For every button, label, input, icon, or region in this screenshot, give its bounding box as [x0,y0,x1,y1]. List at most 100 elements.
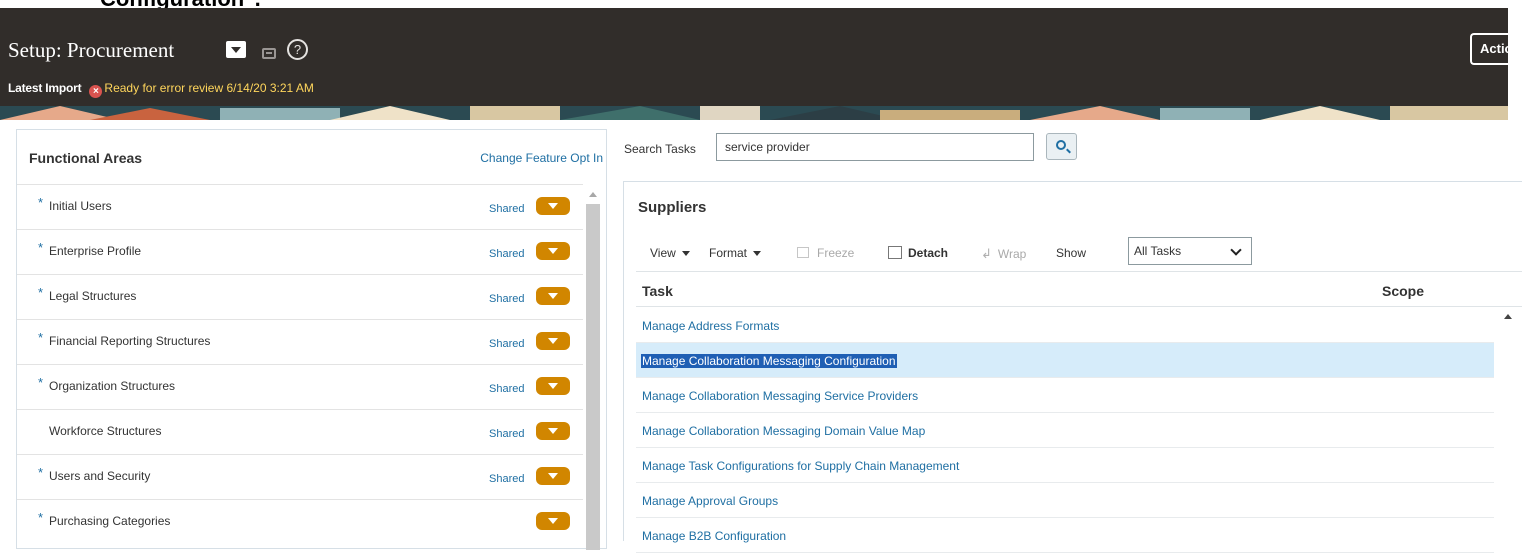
chevron-down-icon[interactable] [536,512,570,530]
required-star: * [38,285,44,300]
table-row[interactable]: Manage Approval Groups [636,483,1494,518]
chevron-down-icon[interactable] [536,422,570,440]
chevron-down-icon[interactable] [536,242,570,260]
shared-link[interactable]: Shared [489,248,524,260]
wrap-button[interactable]: ↲ Wrap [981,246,1026,262]
task-link[interactable]: Manage Collaboration Messaging Domain Va… [642,424,925,438]
task-link[interactable]: Manage B2B Configuration [642,529,786,543]
column-header-task[interactable]: Task [642,283,673,299]
list-item-label[interactable]: Workforce Structures [49,424,161,438]
list-item-label[interactable]: Organization Structures [49,379,175,393]
task-table-body: Manage Address Formats Manage Collaborat… [636,308,1494,553]
view-label: View [650,246,676,260]
show-tasks-select[interactable]: All Tasks [1128,237,1252,265]
column-header-scope[interactable]: Scope [1382,283,1424,299]
change-feature-opt-in-link[interactable]: Change Feature Opt In [480,151,603,165]
functional-areas-scrollbar[interactable] [585,186,601,550]
error-icon: × [89,85,103,98]
task-table-scrollbar[interactable] [1501,310,1515,550]
chevron-down-icon[interactable] [536,467,570,485]
shared-link[interactable]: Shared [489,383,524,395]
list-item[interactable]: * Users and Security Shared [17,454,583,499]
task-link[interactable]: Manage Approval Groups [642,494,778,508]
list-item[interactable]: * Enterprise Profile Shared [17,229,583,274]
shared-link[interactable]: Shared [489,338,524,350]
title-dropdown-icon[interactable] [226,41,246,58]
page-header: Setup: Procurement ? Actions Latest Impo… [0,8,1520,106]
list-item-label[interactable]: Initial Users [49,199,112,213]
view-menu[interactable]: View [650,246,690,260]
table-row[interactable]: Manage Collaboration Messaging Service P… [636,378,1494,413]
list-item-label[interactable]: Users and Security [49,469,150,483]
task-link[interactable]: Manage Address Formats [642,319,779,333]
list-item[interactable]: * Legal Structures Shared [17,274,583,319]
required-star: * [38,510,44,525]
decorative-banner [0,106,1508,120]
list-item-label[interactable]: Purchasing Categories [49,514,170,528]
chat-icon[interactable] [262,48,276,59]
list-item[interactable]: * Organization Structures Shared [17,364,583,409]
show-select-value: All Tasks [1134,244,1182,258]
shared-link[interactable]: Shared [489,293,524,305]
top-cropped-text: Configuration". [0,0,1522,8]
format-menu[interactable]: Format [709,246,762,260]
help-icon[interactable]: ? [287,39,308,60]
functional-areas-list: * Initial Users Shared * Enterprise Prof… [17,184,583,544]
scroll-up-icon[interactable] [589,192,597,197]
list-item[interactable]: Workforce Structures Shared [17,409,583,454]
required-star: * [38,330,44,345]
list-item[interactable]: * Financial Reporting Structures Shared [17,319,583,364]
list-item-label[interactable]: Enterprise Profile [49,244,141,258]
table-row[interactable]: Manage Task Configurations for Supply Ch… [636,448,1494,483]
task-link[interactable]: Manage Collaboration Messaging Service P… [642,389,918,403]
search-tasks-label: Search Tasks [624,142,696,156]
functional-areas-title: Functional Areas [29,150,143,166]
table-row[interactable]: Manage B2B Configuration [636,518,1494,553]
shared-link[interactable]: Shared [489,203,524,215]
chevron-down-icon[interactable] [536,287,570,305]
caret-down-icon [753,251,762,256]
table-row[interactable]: Manage Address Formats [636,308,1494,343]
search-button[interactable] [1046,133,1077,160]
suppliers-title: Suppliers [638,199,707,216]
detach-button[interactable]: Detach [888,246,948,260]
required-star: * [38,465,44,480]
task-link[interactable]: Manage Collaboration Messaging Configura… [641,354,897,368]
chevron-down-icon[interactable] [536,332,570,350]
page-title: Setup: Procurement [8,38,175,62]
shared-link[interactable]: Shared [489,473,524,485]
list-item-label[interactable]: Financial Reporting Structures [49,334,210,348]
required-star: * [38,240,44,255]
latest-import-row: Latest Import × Ready for error review 6/1… [8,81,314,98]
format-label: Format [709,246,748,260]
wrap-label: Wrap [997,247,1027,261]
table-row[interactable]: Manage Collaboration Messaging Domain Va… [636,413,1494,448]
chevron-down-icon [1230,244,1242,256]
caret-down-icon [681,251,690,256]
suppliers-panel: Suppliers View Format Freeze Detach ↲ Wra… [623,181,1522,553]
task-link[interactable]: Manage Task Configurations for Supply Ch… [642,459,959,473]
search-icon [1056,140,1066,150]
scroll-up-icon[interactable] [1504,314,1512,319]
import-status[interactable]: Ready for error review 6/14/20 3:21 AM [104,81,313,95]
freeze-label: Freeze [817,246,855,260]
list-item-label[interactable]: Legal Structures [49,289,136,303]
wrap-icon: ↲ [981,246,992,261]
functional-areas-panel: Functional Areas Change Feature Opt In *… [16,129,607,550]
detach-label: Detach [908,246,949,260]
search-tasks-input[interactable] [716,133,1034,161]
list-item[interactable]: * Purchasing Categories [17,499,583,544]
required-star: * [38,375,44,390]
shared-link[interactable]: Shared [489,428,524,440]
freeze-button[interactable]: Freeze [797,246,854,260]
required-star: * [38,195,44,210]
list-item[interactable]: * Initial Users Shared [17,184,583,229]
scrollbar-thumb[interactable] [586,204,600,550]
latest-import-label: Latest Import [8,81,82,95]
detach-icon [888,246,902,259]
freeze-icon [797,247,809,258]
table-row-selected[interactable]: Manage Collaboration Messaging Configura… [636,343,1494,378]
actions-button[interactable]: Actions [1470,33,1520,65]
chevron-down-icon[interactable] [536,197,570,215]
chevron-down-icon[interactable] [536,377,570,395]
